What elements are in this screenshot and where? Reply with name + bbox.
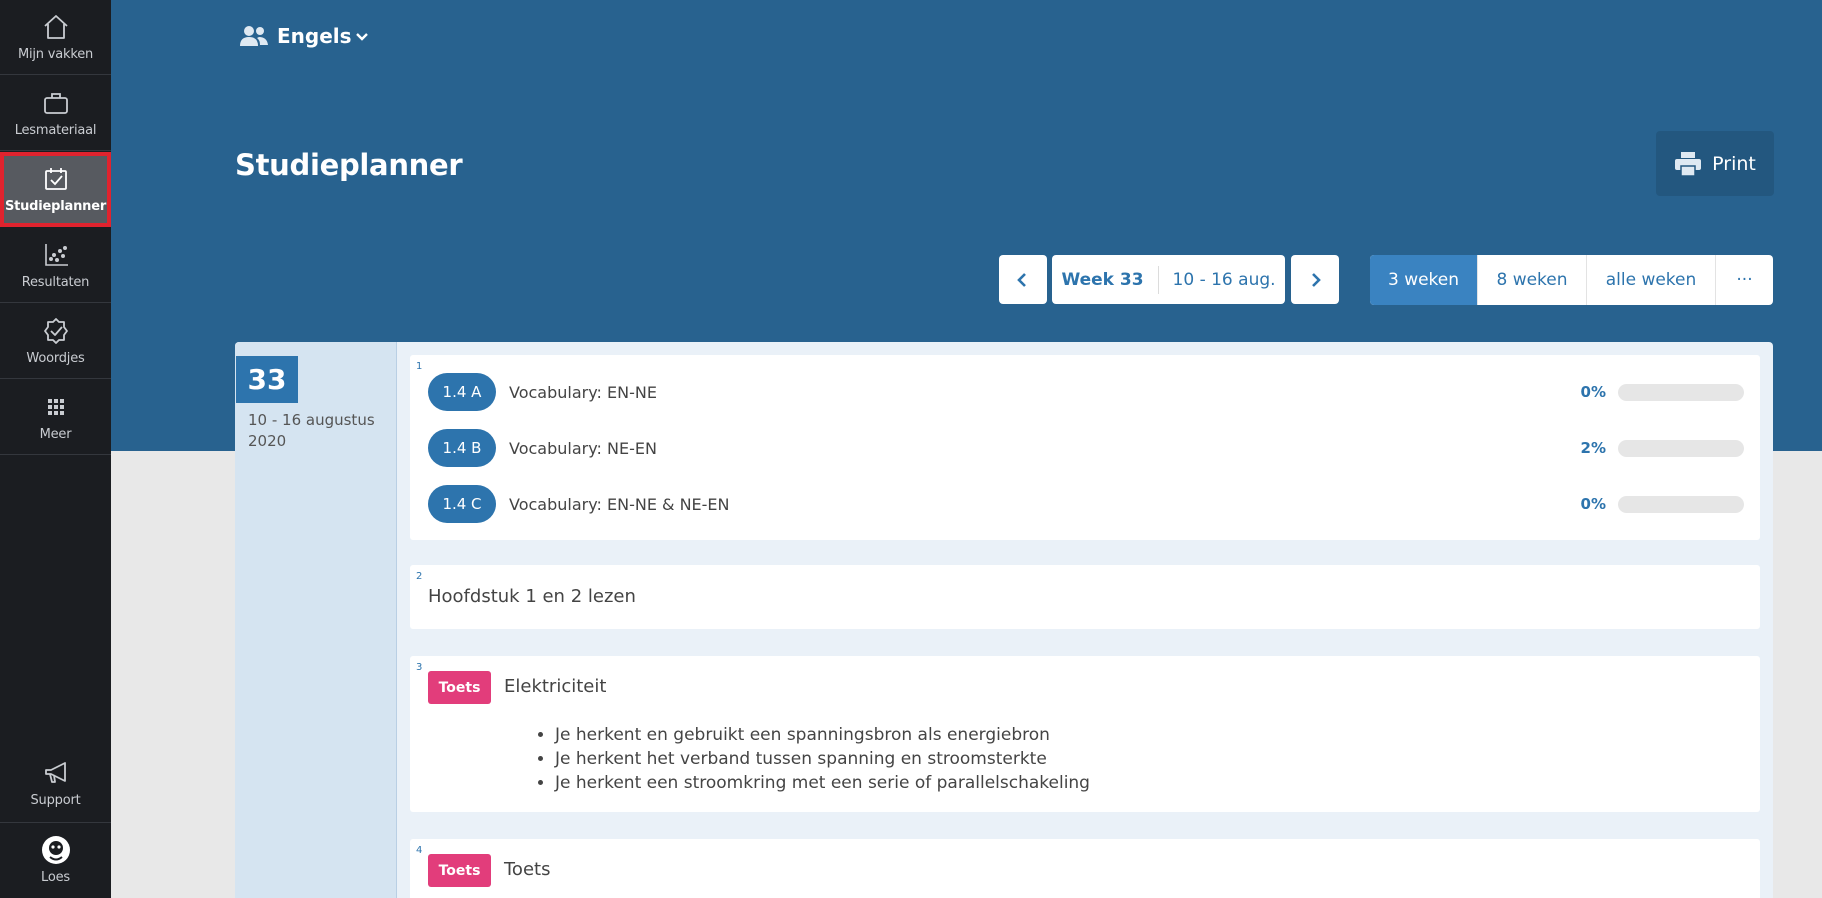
task-text: Hoofdstuk 1 en 2 lezen <box>428 586 636 607</box>
course-name: Engels <box>277 24 352 48</box>
item-title: Vocabulary: EN-NE & NE-EN <box>509 494 730 514</box>
calendar-check-icon <box>44 168 67 190</box>
paragraph-code[interactable]: 1.4 B <box>428 429 496 467</box>
briefcase-icon <box>43 93 68 114</box>
week-range-toggle: 3 weken 8 weken alle weken ··· <box>1370 255 1773 305</box>
list-item[interactable]: 1.4 A Vocabulary: EN-NE 0% <box>428 372 1744 412</box>
print-label: Print <box>1712 152 1756 175</box>
users-icon <box>240 26 268 46</box>
list-item: Je herkent en gebruikt een spanningsbron… <box>555 723 1090 747</box>
test-title: Elektriciteit <box>504 676 607 697</box>
sidebar-item-label: Loes <box>41 870 70 885</box>
sidebar-item-label: Mijn vakken <box>17 47 94 62</box>
card-number: 3 <box>416 662 423 673</box>
sidebar-item-label: Lesmateriaal <box>14 123 97 138</box>
sidebar-item-support[interactable]: Support <box>0 745 111 820</box>
chevron-left-icon <box>1017 272 1026 287</box>
course-selector[interactable]: Engels <box>239 24 380 48</box>
range-all-weeks[interactable]: alle weken <box>1587 255 1716 305</box>
sidebar-item-label: Meer <box>39 427 72 442</box>
list-item[interactable]: 1.4 B Vocabulary: NE-EN 2% <box>428 428 1744 468</box>
range-3-weeks[interactable]: 3 weken <box>1370 255 1478 305</box>
test-badge: Toets <box>428 671 491 704</box>
sidebar-item-lesmateriaal[interactable]: Lesmateriaal <box>0 76 111 151</box>
sidebar-item-label: Support <box>30 792 81 808</box>
paragraph-code[interactable]: 1.4 A <box>428 373 496 411</box>
sidebar-item-label: Studieplanner <box>4 199 107 214</box>
learning-goals-list: Je herkent en gebruikt een spanningsbron… <box>555 723 1090 795</box>
sidebar-item-mijn-vakken[interactable]: Mijn vakken <box>0 0 111 75</box>
sidebar-item-meer[interactable]: Meer <box>0 380 111 455</box>
list-item[interactable]: 1.4 C Vocabulary: EN-NE & NE-EN 0% <box>428 484 1744 524</box>
progress-percent: 0% <box>1580 495 1606 513</box>
progress-bar <box>1618 383 1744 401</box>
range-8-weeks[interactable]: 8 weken <box>1478 255 1587 305</box>
printer-icon <box>1675 151 1702 177</box>
badge-check-icon <box>43 318 68 344</box>
paragraph-code[interactable]: 1.4 C <box>428 485 496 523</box>
sidebar-item-resultaten[interactable]: Resultaten <box>0 228 111 303</box>
item-title: Vocabulary: EN-NE <box>509 382 657 402</box>
chevron-down-icon <box>355 33 368 41</box>
megaphone-icon <box>44 761 66 783</box>
week-number-badge: 33 <box>236 356 298 403</box>
chart-icon <box>44 244 68 266</box>
card-number: 4 <box>416 845 423 856</box>
sidebar-item-studieplanner[interactable]: Studieplanner <box>0 152 111 227</box>
sidebar-item-label: Woordjes <box>26 351 85 366</box>
chevron-right-icon <box>1312 272 1321 287</box>
week-range: 10 - 16 aug. <box>1172 269 1276 290</box>
card-number: 2 <box>416 571 423 582</box>
progress-bar <box>1618 439 1744 457</box>
page-title: Studieplanner <box>235 148 463 182</box>
week-selector[interactable]: Week 33 10 - 16 aug. <box>1052 255 1285 304</box>
progress-bar <box>1618 495 1744 513</box>
sidebar-item-label: Resultaten <box>21 275 90 290</box>
planner-card: 1 1.4 A Vocabulary: EN-NE 0% 1.4 B Vocab… <box>410 355 1760 540</box>
print-button[interactable]: Print <box>1656 131 1774 196</box>
item-title: Vocabulary: NE-EN <box>509 438 657 458</box>
sidebar: Mijn vakken Lesmateriaal Studieplanner R… <box>0 0 111 898</box>
week-dates: 10 - 16 augustus 2020 <box>248 411 375 450</box>
grid-icon <box>47 399 64 415</box>
planner-week-panel: 33 10 - 16 augustus 2020 1 1.4 A Vocabul… <box>235 342 1773 898</box>
planner-card: 3 Toets Elektriciteit Je herkent en gebr… <box>410 656 1760 812</box>
week-column: 33 10 - 16 augustus 2020 <box>235 342 397 898</box>
progress-percent: 2% <box>1580 439 1606 457</box>
list-item: Je herkent een stroomkring met een serie… <box>555 771 1090 795</box>
planner-card: 2 Hoofdstuk 1 en 2 lezen <box>410 565 1760 629</box>
list-item: Je herkent het verband tussen spanning e… <box>555 747 1090 771</box>
more-options-button[interactable]: ··· <box>1716 255 1773 305</box>
next-week-button[interactable] <box>1291 255 1339 304</box>
progress-percent: 0% <box>1580 383 1606 401</box>
sidebar-item-user[interactable]: Loes <box>0 822 111 897</box>
previous-week-button[interactable] <box>999 255 1047 304</box>
test-title: Toets <box>504 859 551 880</box>
home-icon <box>43 15 68 39</box>
card-number: 1 <box>416 361 423 372</box>
test-badge: Toets <box>428 854 491 887</box>
sidebar-item-woordjes[interactable]: Woordjes <box>0 304 111 379</box>
planner-card: 4 Toets Toets <box>410 839 1760 898</box>
avatar-icon <box>41 836 70 864</box>
week-label: Week 33 <box>1061 265 1159 294</box>
